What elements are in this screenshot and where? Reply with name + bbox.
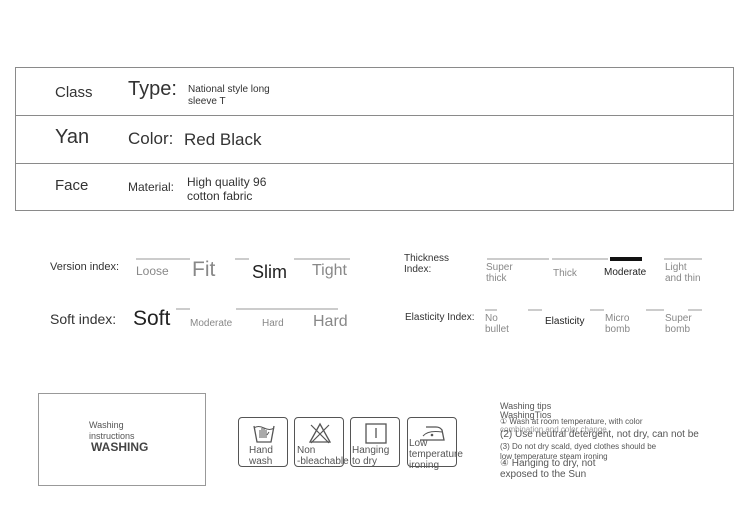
type-value-line2: sleeve T [188, 95, 226, 107]
thickness-bar-thick [552, 258, 608, 260]
thickness-label-line2: Index: [404, 264, 432, 275]
super-thick-line2: thick [486, 273, 507, 284]
soft-option-hard: Hard [313, 313, 348, 330]
no-bullet-line2: bullet [485, 324, 509, 335]
soft-bar-1 [176, 308, 190, 310]
row-label-face: Face [55, 177, 89, 194]
elasticity-bar-2 [528, 309, 542, 311]
washing-tip-4: ④ Hanging to dry, not [500, 458, 596, 469]
version-bar-loose [136, 258, 190, 260]
thickness-option-moderate: Moderate [604, 267, 647, 278]
washing-tip-2: (2) Use neutral detergent, not dry, can … [500, 429, 699, 440]
elasticity-bar-5 [688, 309, 702, 311]
low-temp-iron-line3: ironing [409, 460, 440, 471]
washing-instructions-small: Washing instructions [89, 420, 135, 442]
light-thin-line1: Light [665, 262, 687, 273]
material-value-line2: cotton fabric [187, 188, 253, 203]
version-option-tight: Tight [312, 262, 347, 279]
thickness-option-thick: Thick [553, 268, 577, 279]
product-info-table: Class Type: National style long sleeve T… [15, 67, 734, 211]
thickness-bar-super-thick [487, 258, 549, 260]
thickness-bar-moderate [610, 257, 642, 261]
hang-dry-glyph [365, 423, 387, 444]
hand-wash-caption: Hand wash [249, 445, 273, 467]
version-option-loose: Loose [136, 264, 169, 278]
soft-option-hard-small: Hard [262, 318, 284, 329]
soft-option-soft: Soft [133, 307, 171, 330]
washing-heading: WASHING [91, 440, 149, 454]
washing-small-line1: Washing [89, 420, 124, 430]
washing-instructions-box: Washing instructions WASHING [38, 393, 206, 486]
elasticity-bar-3 [590, 309, 604, 311]
non-bleach-glyph [308, 422, 332, 444]
washing-tip-4b: exposed to the Sun [500, 469, 587, 480]
version-index-label: Version index: [50, 261, 120, 273]
elasticity-option-micro-bomb: Micro bomb [605, 313, 630, 335]
material-key: Material: [128, 180, 175, 194]
material-value: High quality 96 cotton fabric [187, 175, 267, 204]
soft-bar-2 [236, 308, 338, 310]
super-bomb-line2: bomb [665, 324, 691, 335]
micro-bomb-line1: Micro [605, 313, 630, 324]
thickness-option-light-thin: Light and thin [665, 262, 701, 284]
soft-index-label: Soft index: [50, 311, 117, 327]
thickness-label-line1: Thickness [404, 253, 450, 264]
info-row-color: Yan Color: Red Black [16, 115, 733, 164]
light-thin-line2: and thin [665, 273, 701, 284]
super-thick-line1: Super [486, 262, 513, 273]
thickness-bar-light [664, 258, 702, 260]
no-bullet-line1: No [485, 313, 498, 324]
elasticity-bar-1 [485, 309, 497, 311]
hand-wash-line2: wash [249, 456, 273, 467]
thickness-index-label: Thickness Index: [404, 253, 449, 275]
super-bomb-line1: Super [665, 313, 692, 324]
elasticity-index-label: Elasticity Index: [405, 312, 475, 323]
info-row-type: Class Type: National style long sleeve T [16, 68, 733, 116]
elasticity-option-elasticity: Elasticity [545, 316, 585, 327]
elasticity-option-super-bomb: Super bomb [665, 313, 692, 335]
row-label-class: Class [55, 84, 93, 101]
version-bar-tight [294, 258, 350, 260]
color-key: Color: [128, 129, 174, 148]
low-temp-iron-line1: Low [409, 438, 428, 449]
hang-dry-caption: Hanging to dry [352, 445, 389, 467]
color-value: Red Black [184, 130, 262, 149]
non-bleach-line2: -bleachable [297, 456, 349, 467]
hang-dry-line1: Hanging [352, 445, 390, 456]
non-bleach-line1: Non [297, 445, 316, 456]
version-bar-fit [235, 258, 249, 260]
type-value: National style long sleeve T [188, 84, 270, 107]
elasticity-bar-4 [646, 309, 664, 311]
row-label-yan: Yan [55, 126, 90, 148]
thickness-option-super-thick: Super thick [486, 262, 513, 284]
material-value-line1: High quality 96 [187, 175, 267, 189]
version-option-fit: Fit [192, 258, 216, 281]
type-key: Type: [128, 78, 177, 100]
washing-tip-3: (3) Do not dry scald, dyed clothes shoul… [500, 442, 657, 451]
type-value-line1: National style long [188, 84, 270, 95]
soft-option-moderate: Moderate [190, 318, 233, 329]
elasticity-option-no-bullet: No bullet [485, 313, 509, 335]
info-row-material: Face Material: High quality 96 cotton fa… [16, 163, 733, 212]
low-temp-iron-caption: Low temperature ironing [409, 438, 463, 471]
micro-bomb-line2: bomb [605, 324, 631, 335]
version-option-slim: Slim [252, 262, 287, 282]
hand-wash-glyph [253, 425, 275, 443]
non-bleach-caption: Non -bleachable [297, 445, 349, 467]
hand-wash-line1: Hand [249, 445, 273, 456]
hang-dry-line2: to dry [352, 456, 378, 467]
low-temp-iron-line2: temperature [409, 449, 463, 460]
